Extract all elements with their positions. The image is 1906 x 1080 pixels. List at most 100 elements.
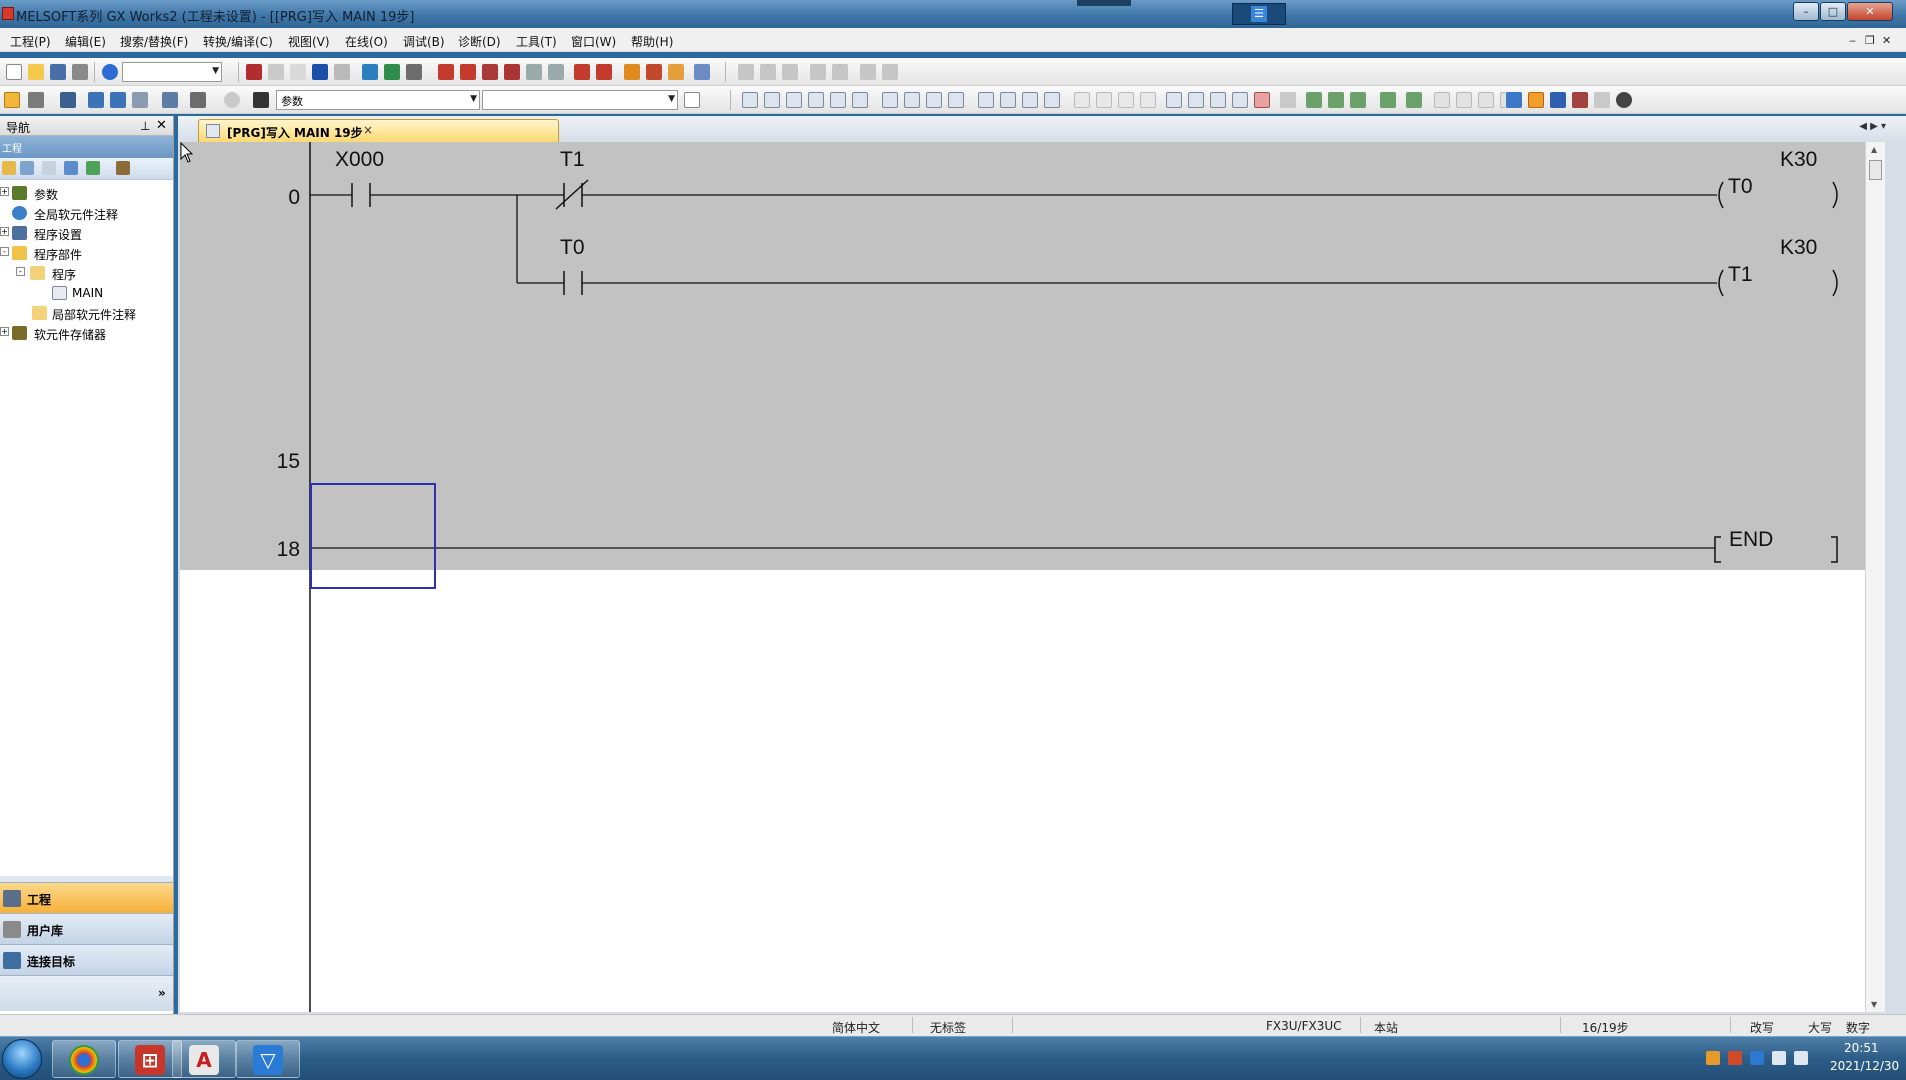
parallel-rising-icon[interactable]	[1022, 92, 1038, 108]
timer-setting-k30[interactable]: K30	[1780, 148, 1817, 172]
empty-combo[interactable]: ▼	[482, 90, 678, 110]
comment-icon[interactable]	[132, 92, 148, 108]
network-icon[interactable]	[1794, 1051, 1808, 1065]
close-icon[interactable]: ✕	[156, 118, 167, 133]
menu-help[interactable]: 帮助(H)	[631, 33, 673, 50]
maximize-button[interactable]: □	[1820, 2, 1846, 21]
monitor-disabled-icon[interactable]	[526, 64, 542, 80]
tree-item-program[interactable]: - 程序	[16, 264, 170, 284]
copy-icon[interactable]	[268, 64, 284, 80]
read-plc-icon[interactable]	[460, 64, 476, 80]
nav-button-user-library[interactable]: 用户库	[0, 913, 173, 944]
tree-item-program-parts[interactable]: - 程序部件	[0, 244, 170, 264]
menu-find-replace[interactable]: 搜索/替换(F)	[120, 33, 188, 50]
vline-icon[interactable]	[904, 92, 920, 108]
menu-window[interactable]: 窗口(W)	[571, 33, 616, 50]
scroll-thumb[interactable]	[1869, 160, 1882, 180]
mdi-close-button[interactable]: ✕	[1882, 34, 1891, 47]
collapse-icon[interactable]: -	[0, 247, 9, 256]
coil-label-t0[interactable]: T0	[1728, 175, 1753, 199]
monitor-write-mode-icon[interactable]	[1380, 92, 1396, 108]
coil-icon[interactable]	[830, 92, 846, 108]
monitor-start-icon[interactable]	[574, 64, 590, 80]
menu-online[interactable]: 在线(O)	[345, 33, 388, 50]
falling-pulse-icon[interactable]	[1000, 92, 1016, 108]
list-view-icon[interactable]	[28, 92, 44, 108]
clock-date[interactable]: 2021/12/30	[1830, 1059, 1899, 1073]
device-label-t0[interactable]: T0	[560, 236, 585, 260]
close-tab-icon[interactable]: ×	[363, 123, 373, 137]
taskbar-app-a[interactable]: A	[172, 1040, 236, 1078]
expand-icon[interactable]: +	[0, 327, 9, 336]
device-init-icon[interactable]	[110, 92, 126, 108]
menu-project[interactable]: 工程(P)	[10, 33, 51, 50]
tree-item-main[interactable]: MAIN	[52, 284, 170, 304]
refresh-icon[interactable]	[86, 161, 100, 175]
menu-tools[interactable]: 工具(T)	[516, 33, 557, 50]
window-arrange-icon[interactable]	[694, 64, 710, 80]
rising-pulse-icon[interactable]	[978, 92, 994, 108]
sort-icon[interactable]	[116, 161, 130, 175]
remote-op-icon[interactable]	[504, 64, 520, 80]
statement-icon[interactable]	[1572, 92, 1588, 108]
menu-view[interactable]: 视图(V)	[288, 33, 330, 50]
tree-item-local-comment[interactable]: 局部软元件注释	[32, 304, 170, 324]
note-icon[interactable]	[1594, 92, 1610, 108]
close-button[interactable]: ✕	[1847, 2, 1893, 21]
compile-icon[interactable]	[362, 64, 378, 80]
hline-icon[interactable]	[882, 92, 898, 108]
menu-debug[interactable]: 调试(B)	[403, 33, 445, 50]
device-label-x000[interactable]: X000	[335, 148, 384, 172]
open-folder-icon[interactable]	[28, 64, 44, 80]
check-icon[interactable]	[406, 64, 422, 80]
expand-icon[interactable]: +	[0, 187, 9, 196]
zoom-icon[interactable]	[1616, 92, 1632, 108]
monitor-mode-icon[interactable]	[1350, 92, 1366, 108]
delete-hline-icon[interactable]	[926, 92, 942, 108]
delete-icon[interactable]	[1254, 92, 1270, 108]
tree-item-params[interactable]: + 参数	[0, 184, 170, 204]
more-chevron-icon[interactable]: »	[158, 986, 166, 1000]
binoculars-icon[interactable]	[253, 92, 269, 108]
tab-main-ladder[interactable]: [PRG]写入 MAIN 19步 ×	[198, 119, 559, 142]
property-icon[interactable]	[64, 161, 78, 175]
question-icon[interactable]	[224, 92, 240, 108]
toolbar-combo-small[interactable]: ▼	[122, 62, 222, 82]
collapse-icon[interactable]: -	[16, 267, 25, 276]
read-mode-icon[interactable]	[1306, 92, 1322, 108]
help-icon[interactable]	[102, 64, 118, 80]
redo-icon[interactable]	[334, 64, 350, 80]
nav-button-connection[interactable]: 连接目标	[0, 944, 173, 975]
display-toggle-icon[interactable]	[1528, 92, 1544, 108]
find-device-icon[interactable]	[190, 92, 206, 108]
monitor-stop-icon[interactable]	[548, 64, 564, 80]
volume-icon[interactable]	[1772, 1051, 1786, 1065]
fill-icon[interactable]	[1210, 92, 1226, 108]
mdi-minimize-button[interactable]: ‒	[1849, 34, 1856, 47]
menu-convert-compile[interactable]: 转换/编译(C)	[203, 33, 273, 50]
undo-icon[interactable]	[312, 64, 328, 80]
tray-app-icon[interactable]	[1728, 1051, 1742, 1065]
ladder-editor[interactable]: 0 15 18 X000 T1 T0 K30 K30 T0 T1 END	[180, 142, 1865, 1012]
tree-item-program-settings[interactable]: + 程序设置	[0, 224, 170, 244]
tray-shield-icon[interactable]	[1750, 1051, 1764, 1065]
coil-label-t1[interactable]: T1	[1728, 263, 1753, 287]
rebuild-icon[interactable]	[384, 64, 400, 80]
window-icon[interactable]	[60, 92, 76, 108]
mdi-restore-button[interactable]: ❐	[1865, 34, 1875, 47]
device-comment-icon[interactable]	[1550, 92, 1566, 108]
verify-plc-icon[interactable]	[482, 64, 498, 80]
tab-scroll-arrows[interactable]: ◀ ▶ ▾	[1859, 121, 1886, 132]
rung-comment-icon[interactable]	[1506, 92, 1522, 108]
minimize-button[interactable]: –	[1793, 2, 1819, 21]
delete-data-icon[interactable]	[42, 161, 56, 175]
delete-vline-icon[interactable]	[948, 92, 964, 108]
nav-button-project[interactable]: 工程	[0, 882, 173, 913]
nav-more-bar[interactable]: »	[0, 975, 173, 1011]
parallel-nc-contact-icon[interactable]	[808, 92, 824, 108]
taskbar-chrome[interactable]	[52, 1040, 116, 1078]
instruction-icon[interactable]	[852, 92, 868, 108]
cut-icon[interactable]	[246, 64, 262, 80]
write-mode-icon[interactable]	[1328, 92, 1344, 108]
start-button[interactable]	[2, 1039, 42, 1079]
